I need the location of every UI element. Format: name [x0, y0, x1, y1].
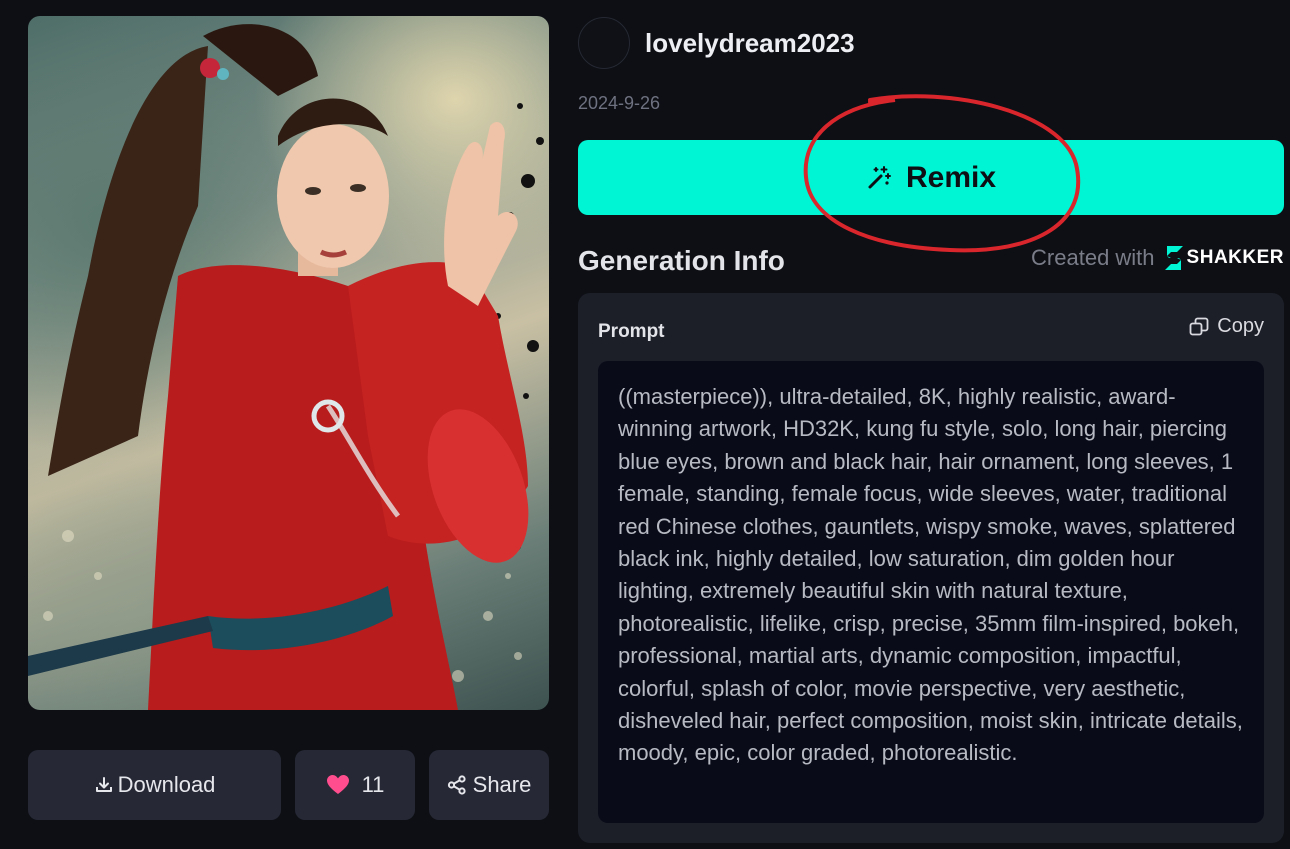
- post-date: 2024-9-26: [578, 93, 661, 113]
- download-button[interactable]: Download: [28, 750, 281, 820]
- share-label: Share: [472, 772, 532, 797]
- like-button[interactable]: 11: [295, 750, 415, 820]
- remix-label: Remix: [905, 160, 997, 194]
- prompt-label: Prompt: [598, 321, 665, 342]
- artwork-illustration: [28, 24, 544, 710]
- copy-icon: [1189, 317, 1209, 337]
- generation-info-title: Generation Info: [578, 245, 785, 276]
- prompt-panel: Prompt Copy ((masterpiece)), ultra-detai…: [578, 293, 1284, 843]
- shakker-logo[interactable]: SHAKKER: [1163, 244, 1284, 272]
- download-icon: [94, 775, 114, 795]
- shakker-s-icon: [1164, 246, 1183, 270]
- download-label: Download: [117, 772, 216, 797]
- share-icon: [447, 775, 467, 795]
- author-username[interactable]: lovelydream2023: [645, 28, 855, 59]
- created-with: Created with SHAKKER: [1031, 244, 1284, 272]
- heart-icon: [326, 774, 350, 796]
- artwork-image[interactable]: [28, 16, 549, 710]
- avatar[interactable]: [578, 17, 630, 69]
- copy-button[interactable]: Copy: [1189, 315, 1264, 338]
- magic-wand-icon: [866, 165, 892, 191]
- copy-label: Copy: [1217, 315, 1264, 337]
- created-with-label: Created with: [1031, 245, 1155, 270]
- brand-name: SHAKKER: [1186, 247, 1284, 268]
- prompt-text: ((masterpiece)), ultra-detailed, 8K, hig…: [598, 361, 1264, 823]
- like-count: 11: [361, 772, 385, 797]
- remix-button[interactable]: Remix: [578, 140, 1284, 215]
- share-button[interactable]: Share: [429, 750, 549, 820]
